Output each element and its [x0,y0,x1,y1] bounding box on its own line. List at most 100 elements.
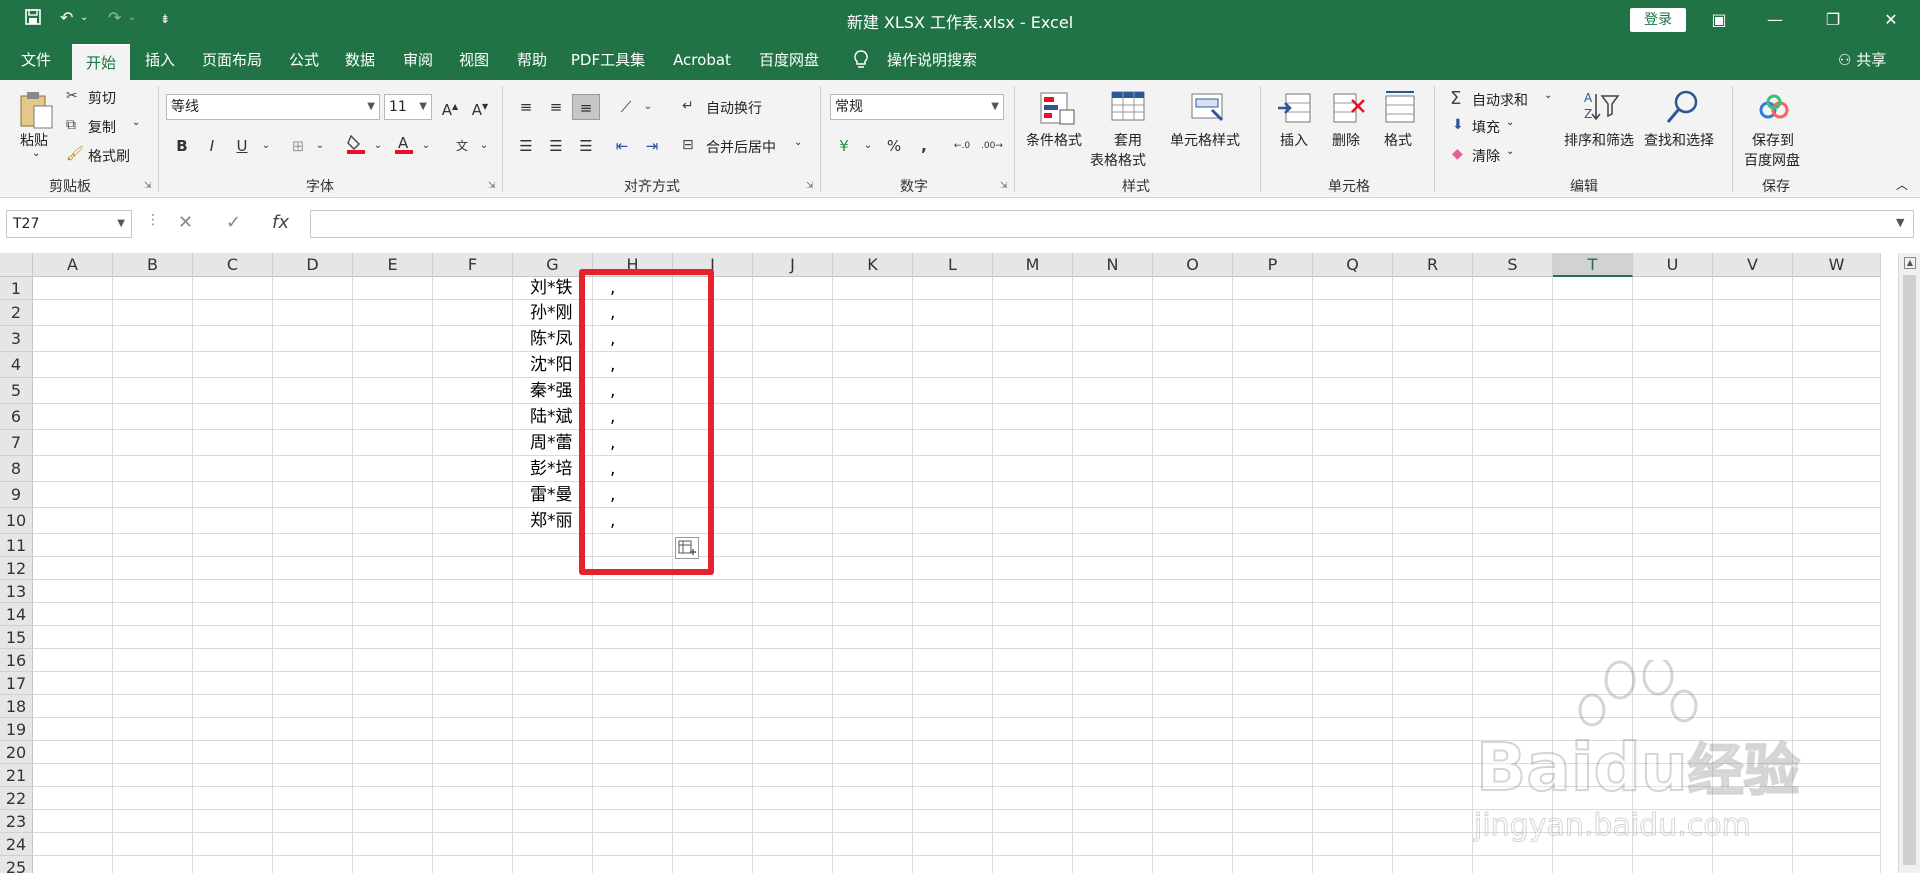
delete-cells-button[interactable]: 删除 [1332,130,1360,150]
column-header-b[interactable]: B [113,253,193,277]
clear-dropdown-icon[interactable]: ⌄ [1506,146,1514,157]
italic-button[interactable]: I [198,133,226,159]
column-header-c[interactable]: C [193,253,273,277]
column-header-t[interactable]: T [1553,253,1633,277]
column-header-v[interactable]: V [1713,253,1793,277]
fill-color-dropdown-icon[interactable]: ⌄ [364,133,392,159]
phonetic-dropdown-icon[interactable]: ⌄ [470,133,498,159]
sort-filter-icon[interactable]: AZ [1582,88,1620,126]
row-header-21[interactable]: 21 [0,764,33,787]
tab-insert[interactable]: 插入 [136,40,184,80]
row-header-8[interactable]: 8 [0,456,33,482]
percent-button[interactable]: % [880,133,908,159]
number-launcher-icon[interactable]: ⇲ [1000,181,1010,191]
insert-cells-icon[interactable] [1276,90,1314,128]
cell-styles-icon[interactable] [1190,90,1228,128]
underline-dropdown-icon[interactable]: ⌄ [252,133,280,159]
format-as-table-icon[interactable] [1110,90,1148,128]
tab-view[interactable]: 视图 [450,40,498,80]
row-header-6[interactable]: 6 [0,404,33,430]
font-size-combo[interactable]: 11 ▼ [384,94,432,120]
row-header-9[interactable]: 9 [0,482,33,508]
row-header-20[interactable]: 20 [0,741,33,764]
column-header-p[interactable]: P [1233,253,1313,277]
delete-cells-icon[interactable] [1330,90,1368,128]
align-center-icon[interactable]: ☰ [542,133,570,159]
row-header-17[interactable]: 17 [0,672,33,695]
border-dropdown-icon[interactable]: ⌄ [306,133,334,159]
share-button[interactable]: ⚇ 共享 [1838,40,1886,80]
row-header-7[interactable]: 7 [0,430,33,456]
row-header-11[interactable]: 11 [0,534,33,557]
column-header-w[interactable]: W [1793,253,1881,277]
decrease-decimal-icon[interactable]: .00→ [978,133,1006,159]
fill-dropdown-icon[interactable]: ⌄ [1506,117,1514,128]
paste-options-icon[interactable] [675,537,699,559]
lightbulb-icon[interactable] [846,40,876,80]
merge-center-button[interactable]: 合并后居中 [706,137,776,157]
row-header-12[interactable]: 12 [0,557,33,580]
tab-review[interactable]: 审阅 [394,40,442,80]
row-header-10[interactable]: 10 [0,508,33,534]
column-header-m[interactable]: M [993,253,1073,277]
font-name-combo[interactable]: 等线 ▼ [166,94,380,120]
insert-function-icon[interactable]: fx [272,212,289,233]
close-icon[interactable]: ✕ [1876,6,1906,34]
select-all-corner[interactable] [0,253,33,277]
increase-font-icon[interactable]: A▲ [436,94,464,120]
save-to-netdisk-line1[interactable]: 保存到 [1752,130,1794,150]
cell-styles-button[interactable]: 单元格样式 [1170,130,1240,150]
align-right-icon[interactable]: ☰ [572,133,600,159]
fill-button[interactable]: 填充 [1472,117,1500,137]
tab-file[interactable]: 文件 [10,40,62,80]
tell-me-search[interactable]: 操作说明搜索 [882,40,982,80]
tab-home[interactable]: 开始 [72,44,130,80]
collapse-ribbon-icon[interactable]: ︿ [1896,176,1908,193]
copy-dropdown-icon[interactable]: ⌄ [132,117,140,128]
scroll-thumb[interactable] [1903,275,1916,865]
tab-help[interactable]: 帮助 [508,40,556,80]
tab-acrobat[interactable]: Acrobat [664,40,740,80]
minimize-icon[interactable]: — [1760,6,1790,34]
row-header-23[interactable]: 23 [0,810,33,833]
paste-dropdown-icon[interactable]: ⌄ [32,148,40,159]
paste-button[interactable]: 粘贴 [20,130,48,150]
row-header-22[interactable]: 22 [0,787,33,810]
align-bottom-icon[interactable]: ≡ [572,94,600,120]
align-left-icon[interactable]: ☰ [512,133,540,159]
tab-pdf-tools[interactable]: PDF工具集 [566,40,650,80]
row-header-1[interactable]: 1 [0,277,33,300]
login-button[interactable]: 登录 [1630,8,1686,32]
column-header-d[interactable]: D [273,253,353,277]
cut-button[interactable]: 剪切 [88,88,116,108]
confirm-entry-icon[interactable]: ✓ [226,212,241,233]
alignment-launcher-icon[interactable]: ⇲ [806,181,816,191]
merge-dropdown-icon[interactable]: ⌄ [794,137,802,148]
row-header-4[interactable]: 4 [0,352,33,378]
bold-button[interactable]: B [168,133,196,159]
paste-icon[interactable] [18,90,56,129]
column-header-r[interactable]: R [1393,253,1473,277]
decrease-indent-icon[interactable]: ⇤ [608,133,636,159]
align-middle-icon[interactable]: ≡ [542,94,570,120]
column-header-k[interactable]: K [833,253,913,277]
font-launcher-icon[interactable]: ⇲ [488,181,498,191]
row-header-25[interactable]: 25 [0,856,33,873]
row-header-13[interactable]: 13 [0,580,33,603]
row-header-3[interactable]: 3 [0,326,33,352]
format-cells-button[interactable]: 格式 [1384,130,1412,150]
column-header-a[interactable]: A [33,253,113,277]
wrap-text-button[interactable]: 自动换行 [706,98,762,118]
cancel-entry-icon[interactable]: ✕ [178,212,193,233]
row-header-24[interactable]: 24 [0,833,33,856]
save-to-netdisk-line2[interactable]: 百度网盘 [1744,150,1800,170]
restore-icon[interactable]: ❐ [1818,6,1848,34]
row-header-19[interactable]: 19 [0,718,33,741]
currency-dropdown-icon[interactable]: ⌄ [854,133,882,159]
insert-cells-button[interactable]: 插入 [1280,130,1308,150]
column-header-f[interactable]: F [433,253,513,277]
row-header-14[interactable]: 14 [0,603,33,626]
orientation-dropdown-icon[interactable]: ⌄ [634,94,662,120]
comma-style-button[interactable]: , [910,133,938,159]
ribbon-display-icon[interactable]: ▣ [1704,6,1734,34]
